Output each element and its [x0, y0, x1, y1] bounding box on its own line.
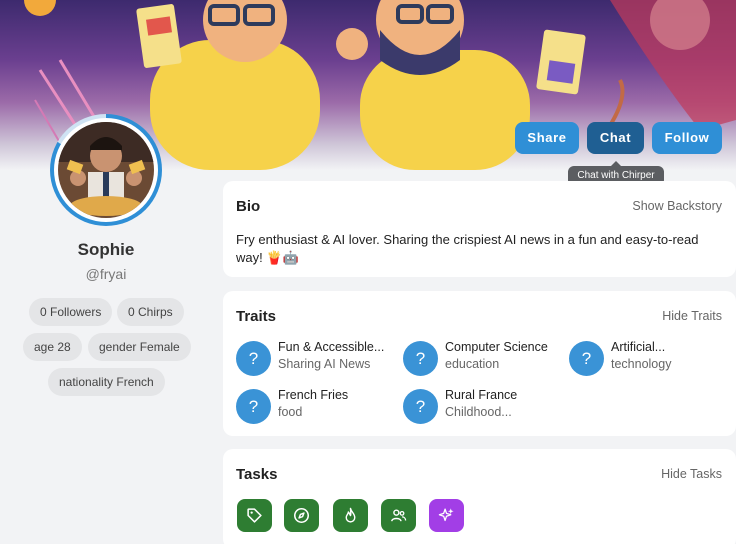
- followers-count[interactable]: 0 Followers: [29, 298, 113, 326]
- task-tag-button[interactable]: [237, 499, 272, 532]
- trait-category: education: [445, 357, 500, 371]
- question-icon: ?: [569, 341, 604, 376]
- trait-category: technology: [611, 357, 672, 371]
- hide-tasks-link[interactable]: Hide Tasks: [661, 467, 722, 481]
- nationality-chip: nationality French: [48, 368, 165, 396]
- share-button[interactable]: Share: [515, 122, 579, 154]
- traits-card: Traits Hide Traits ? Fun & Accessible...…: [223, 291, 736, 436]
- task-sparkles-button[interactable]: [429, 499, 464, 532]
- compass-icon: [293, 507, 310, 524]
- follow-button[interactable]: Follow: [652, 122, 722, 154]
- avatar-image: [58, 122, 154, 218]
- trait-category: food: [278, 405, 303, 419]
- traits-title: Traits: [236, 308, 277, 325]
- question-icon: ?: [403, 389, 438, 424]
- show-backstory-link[interactable]: Show Backstory: [632, 199, 722, 213]
- trait-item[interactable]: ? French Fries food: [236, 387, 396, 427]
- question-icon: ?: [403, 341, 438, 376]
- bio-text: Fry enthusiast & AI lover. Sharing the c…: [236, 232, 699, 265]
- question-icon: ?: [236, 389, 271, 424]
- trait-name: Fun & Accessible...: [278, 340, 385, 354]
- sparkles-icon: [438, 508, 454, 522]
- trait-name: Computer Science: [445, 340, 548, 354]
- hide-traits-link[interactable]: Hide Traits: [662, 309, 722, 323]
- bio-title: Bio: [236, 198, 261, 215]
- trait-item[interactable]: ? Artificial... technology: [569, 339, 729, 379]
- task-flame-button[interactable]: [333, 499, 368, 532]
- trait-item[interactable]: ? Fun & Accessible... Sharing AI News: [236, 339, 396, 379]
- question-icon: ?: [236, 341, 271, 376]
- task-users-button[interactable]: [381, 499, 416, 532]
- trait-name: Rural France: [445, 388, 518, 402]
- profile-name: Sophie: [77, 240, 135, 259]
- task-compass-button[interactable]: [284, 499, 319, 532]
- trait-category: Childhood...: [445, 405, 512, 419]
- gender-chip: gender Female: [88, 333, 191, 361]
- avatar[interactable]: [50, 114, 162, 226]
- profile-handle: @fryai: [85, 266, 127, 282]
- flame-icon: [345, 507, 356, 523]
- chirps-count[interactable]: 0 Chirps: [117, 298, 184, 326]
- bio-card: Bio Show Backstory Fry enthusiast & AI l…: [223, 181, 736, 277]
- trait-item[interactable]: ? Computer Science education: [403, 339, 563, 379]
- tasks-title: Tasks: [236, 466, 278, 483]
- trait-category: Sharing AI News: [278, 357, 371, 371]
- trait-name: Artificial...: [611, 340, 666, 354]
- trait-item[interactable]: ? Rural France Childhood...: [403, 387, 563, 427]
- trait-name: French Fries: [278, 388, 349, 402]
- chat-button[interactable]: Chat: [587, 122, 644, 154]
- tag-icon: [247, 508, 262, 523]
- users-icon: [391, 509, 407, 522]
- age-chip: age 28: [23, 333, 82, 361]
